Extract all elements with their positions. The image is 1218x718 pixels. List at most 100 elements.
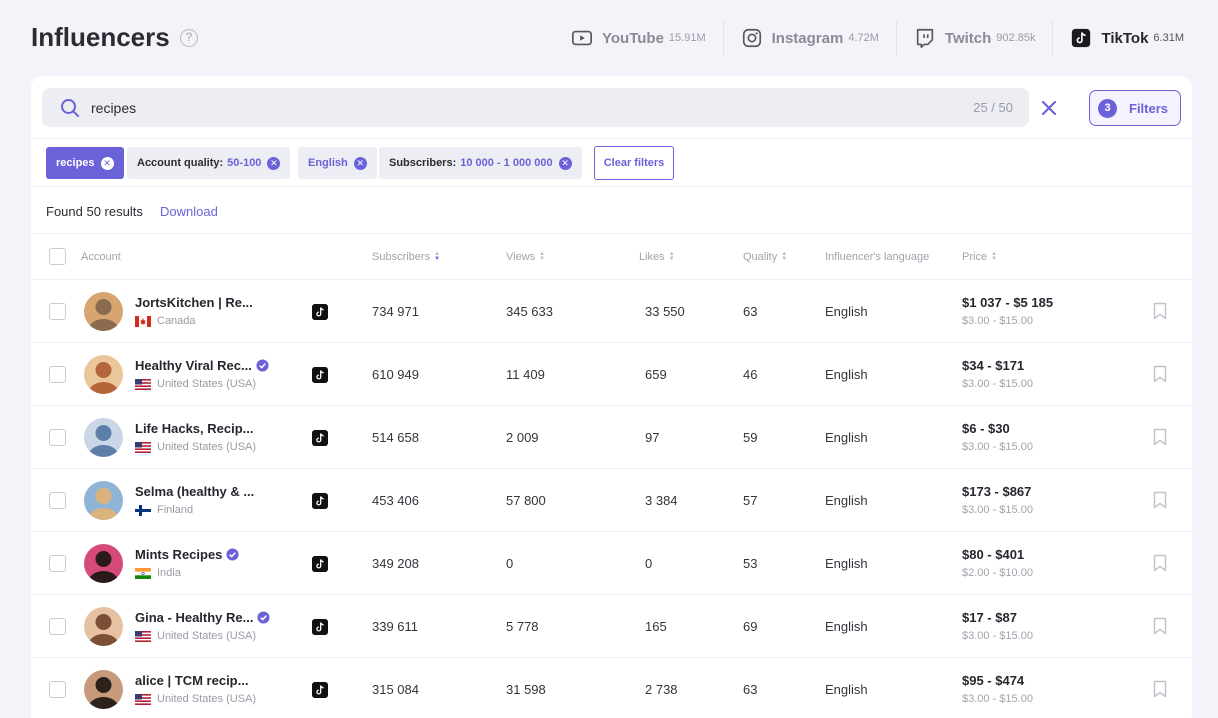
remove-chip-icon[interactable]: ✕ [267,156,281,170]
bookmark-icon[interactable] [1153,491,1167,509]
row-checkbox[interactable] [49,303,66,320]
quality-value: 63 [743,304,758,319]
table-row[interactable]: Mints Recipes India 349 208 0 0 53 Engli… [31,532,1192,595]
table-row[interactable]: alice | TCM recip... United States (USA)… [31,658,1192,718]
likes-value: 659 [645,367,667,382]
account-name[interactable]: alice | TCM recip... [135,673,248,688]
row-checkbox[interactable] [49,555,66,572]
views-value: 11 409 [506,367,545,382]
tiktok-icon[interactable] [312,430,328,446]
bookmark-icon[interactable] [1153,554,1167,572]
remove-chip-icon[interactable]: ✕ [353,156,367,170]
row-checkbox[interactable] [49,429,66,446]
price-value: $6 - $30 [962,421,1010,436]
table-row[interactable]: Selma (healthy & ... Finland 453 406 57 … [31,469,1192,532]
account-name[interactable]: Gina - Healthy Re... [135,610,271,625]
language-value: English [825,556,868,571]
flag-usa-icon [135,378,151,390]
subscribers-value: 610 949 [372,367,419,382]
platform-name: TikTok [1101,29,1149,47]
filter-chip-keyword[interactable]: recipes ✕ [46,147,124,179]
views-value: 31 598 [506,682,546,697]
filters-count-badge: 3 [1098,98,1117,118]
account-country: United States (USA) [135,441,256,453]
price-range: $3.00 - $15.00 [962,315,1033,327]
tab-tiktok[interactable]: TikTok 6.31M [1052,20,1184,56]
verified-icon [226,548,239,561]
language-value: English [825,493,868,508]
clear-filters-button[interactable]: Clear filters [594,146,674,180]
filters-button[interactable]: 3 Filters [1089,90,1181,126]
flag-usa-icon [135,630,151,642]
views-value: 57 800 [506,493,546,508]
tab-instagram[interactable]: Instagram 4.72M [722,20,896,56]
download-link[interactable]: Download [160,204,218,219]
account-name[interactable]: Mints Recipes [135,547,239,562]
bookmark-icon[interactable] [1153,680,1167,698]
country-name: United States (USA) [157,630,257,642]
col-views[interactable]: Views ▲ ▼ [506,251,545,263]
tiktok-icon[interactable] [312,556,328,572]
quality-value: 53 [743,556,758,571]
filter-chip-subscribers[interactable]: Subscribers: 10 000 - 1 000 000 ✕ [379,147,582,179]
bookmark-icon[interactable] [1153,302,1167,320]
sort-icon: ▲ ▼ [781,251,788,262]
tab-twitch[interactable]: Twitch 902.85k [895,20,1053,56]
filter-chip-language[interactable]: English ✕ [298,147,377,179]
filter-chip-quality[interactable]: Account quality: 50-100 ✕ [127,147,291,179]
tiktok-icon[interactable] [312,682,328,698]
table-row[interactable]: Life Hacks, Recip... United States (USA)… [31,406,1192,469]
language-value: English [825,304,868,319]
table-row[interactable]: Healthy Viral Rec... United States (USA)… [31,343,1192,406]
bookmark-icon[interactable] [1153,617,1167,635]
bookmark-icon[interactable] [1153,365,1167,383]
col-label: Quality [743,251,778,263]
likes-value: 0 [645,556,653,571]
price-range: $3.00 - $15.00 [962,693,1033,705]
remove-chip-icon[interactable]: ✕ [558,156,572,170]
youtube-icon [571,30,592,46]
tiktok-icon[interactable] [312,304,328,320]
country-name: Finland [157,504,194,516]
remove-chip-icon[interactable]: ✕ [100,156,114,170]
account-name[interactable]: Healthy Viral Rec... [135,358,269,373]
quality-value: 63 [743,682,758,697]
tiktok-icon[interactable] [312,367,328,383]
account-name-text: Healthy Viral Rec... [135,358,252,373]
subscribers-value: 514 658 [372,430,419,445]
price-range: $3.00 - $15.00 [962,630,1033,642]
table-row[interactable]: JortsKitchen | Re... Canada 734 971 345 … [31,280,1192,343]
tab-youtube[interactable]: YouTube 15.91M [554,20,723,56]
bookmark-icon[interactable] [1153,428,1167,446]
sort-icon: ▲ ▼ [668,251,675,262]
account-name[interactable]: JortsKitchen | Re... [135,295,253,310]
account-name[interactable]: Selma (healthy & ... [135,484,254,499]
account-country: Finland [135,504,193,516]
close-icon[interactable] [1039,98,1059,118]
price-range: $2.00 - $10.00 [962,567,1033,579]
row-checkbox[interactable] [49,681,66,698]
col-label: Likes [639,251,665,263]
tiktok-icon[interactable] [312,619,328,635]
row-checkbox[interactable] [49,618,66,635]
search-input[interactable] [91,88,891,127]
search-counter: 25 / 50 [973,100,1013,115]
select-all-checkbox[interactable] [49,248,66,265]
active-filters: recipes ✕ Account quality: 50-100 ✕ Engl… [31,139,1192,187]
flag-usa-icon [135,441,151,453]
table-row[interactable]: Gina - Healthy Re... United States (USA)… [31,595,1192,658]
account-name[interactable]: Life Hacks, Recip... [135,421,254,436]
col-price[interactable]: Price ▲ ▼ [962,251,997,263]
col-likes[interactable]: Likes ▲ ▼ [639,251,675,263]
row-checkbox[interactable] [49,492,66,509]
results-count: Found 50 results [46,204,143,219]
col-subscribers[interactable]: Subscribers ▲ ▼ [372,251,440,263]
col-quality[interactable]: Quality ▲ ▼ [743,251,787,263]
price-value: $173 - $867 [962,484,1032,499]
tiktok-icon [1072,28,1091,48]
likes-value: 33 550 [645,304,685,319]
row-checkbox[interactable] [49,366,66,383]
tiktok-icon[interactable] [312,493,328,509]
platform-name: Instagram [771,29,844,47]
help-icon[interactable]: ? [180,29,198,47]
